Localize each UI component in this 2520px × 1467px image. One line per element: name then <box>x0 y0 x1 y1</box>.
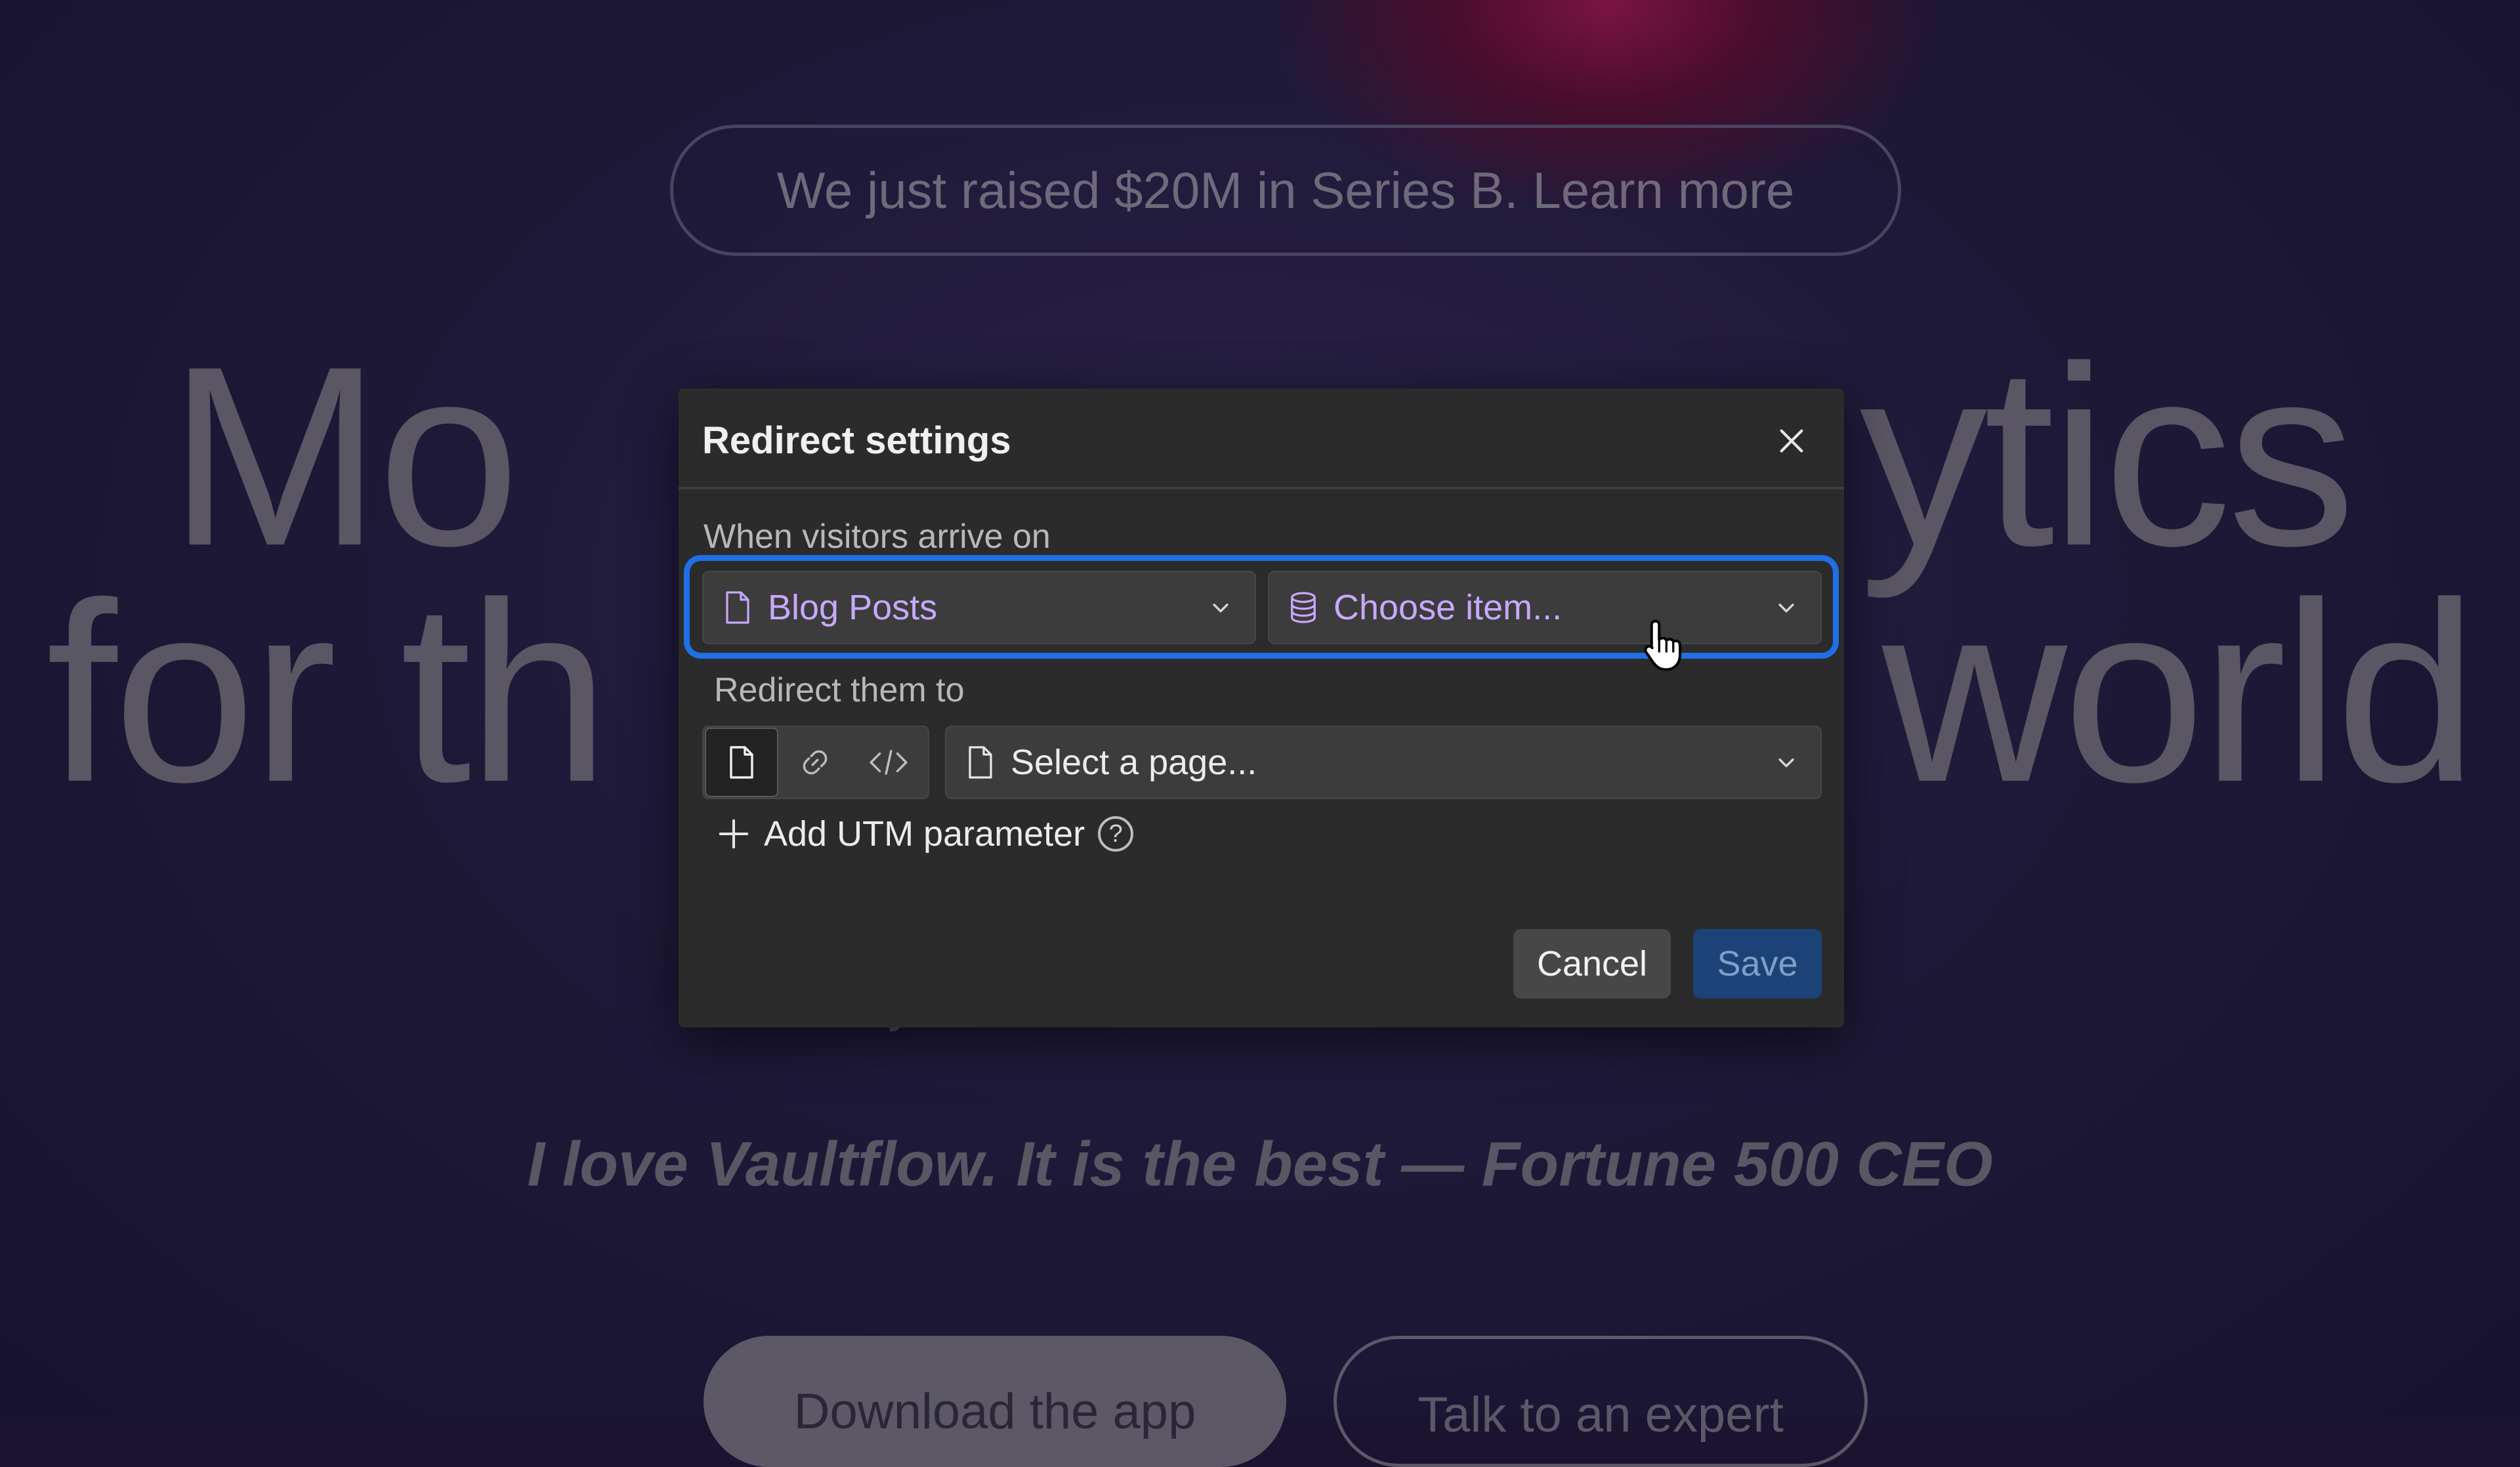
collection-select[interactable]: Blog Posts <box>702 571 1256 644</box>
item-select[interactable]: Choose item... <box>1268 571 1822 644</box>
close-button[interactable] <box>1768 417 1815 465</box>
redirect-to-label: Redirect them to <box>714 671 965 709</box>
redirect-type-code-button[interactable] <box>852 728 925 797</box>
chevron-down-icon <box>1772 593 1801 622</box>
chevron-down-icon <box>1206 593 1235 622</box>
plus-icon <box>715 816 752 852</box>
add-utm-parameter-label: Add UTM parameter <box>764 814 1085 854</box>
talk-to-expert-button[interactable]: Talk to an expert <box>1334 1336 1868 1467</box>
page-select-value: Select a page... <box>1011 743 1257 782</box>
cancel-button[interactable]: Cancel <box>1513 929 1671 999</box>
page-icon <box>963 743 998 782</box>
redirect-type-url-button[interactable] <box>778 728 852 797</box>
dialog-title: Redirect settings <box>702 419 1011 462</box>
close-icon <box>1780 429 1803 453</box>
download-app-button[interactable]: Download the app <box>704 1336 1286 1467</box>
page-icon <box>721 588 755 627</box>
announcement-pill[interactable]: We just raised $20M in Series B. Learn m… <box>670 125 1901 256</box>
item-select-value: Choose item... <box>1334 588 1563 627</box>
page-icon <box>730 746 753 779</box>
database-icon <box>1286 588 1320 627</box>
add-utm-parameter-button[interactable]: Add UTM parameter ? <box>715 814 1134 854</box>
redirect-type-toggle <box>702 726 929 799</box>
redirect-type-page-button[interactable] <box>705 728 778 797</box>
redirect-settings-dialog: Redirect settings When visitors arrive o… <box>679 388 1844 1027</box>
dialog-header: Redirect settings <box>679 388 1844 489</box>
collection-select-value: Blog Posts <box>768 588 938 627</box>
link-icon <box>803 750 828 775</box>
arrive-on-label: When visitors arrive on <box>704 518 1051 556</box>
pointer-cursor-icon <box>1644 619 1681 671</box>
help-icon[interactable]: ? <box>1098 816 1134 852</box>
chevron-down-icon <box>1772 748 1801 777</box>
testimonial-quote: I love Vaultflow. It is the best — Fortu… <box>527 1129 1993 1199</box>
code-icon <box>870 750 908 775</box>
page-select[interactable]: Select a page... <box>945 726 1822 799</box>
save-button[interactable]: Save <box>1693 929 1822 999</box>
